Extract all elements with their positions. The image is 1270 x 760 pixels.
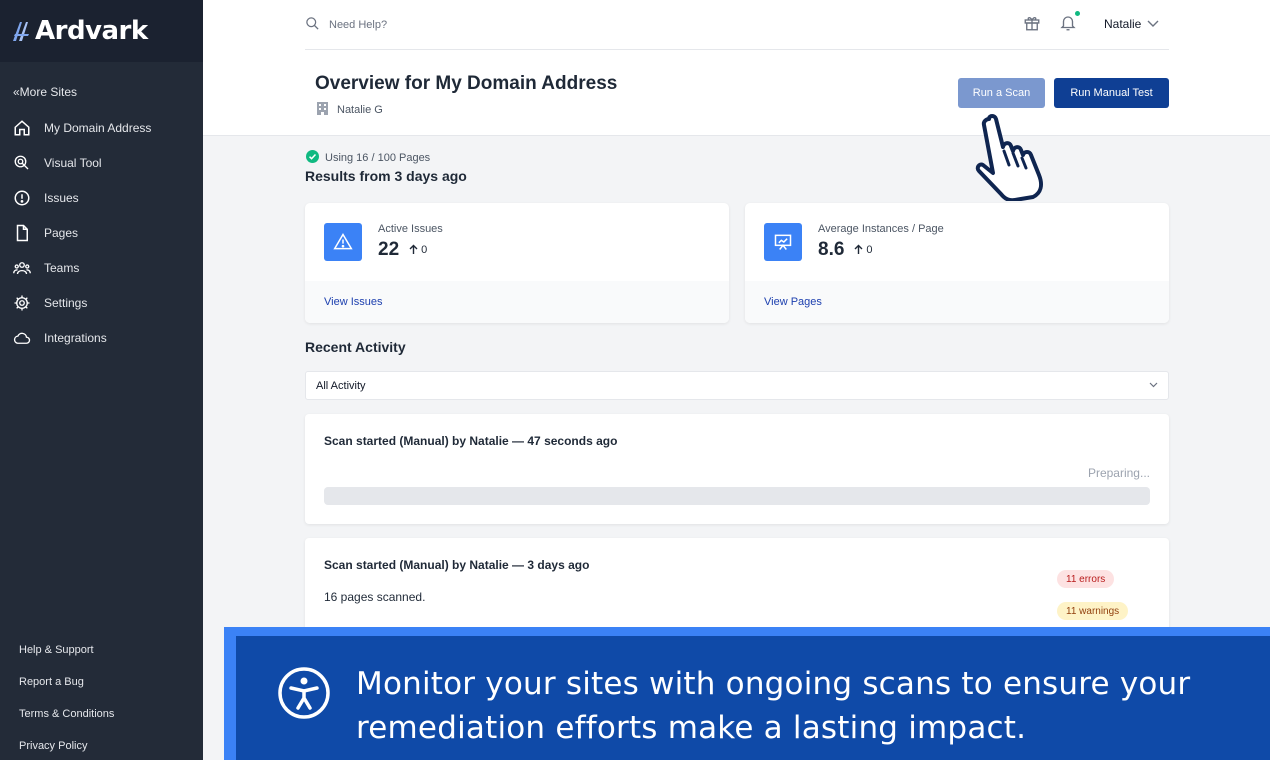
activity-title: Scan started (Manual) by Natalie — 3 day… — [324, 558, 590, 572]
sidebar-item-teams[interactable]: Teams — [0, 250, 203, 285]
sidebar: Ardvark «More Sites My Domain Address Vi… — [0, 0, 203, 760]
sidebar-item-label: Issues — [44, 190, 79, 205]
metric-value: 22 0 — [378, 239, 427, 261]
gift-icon[interactable] — [1023, 14, 1041, 37]
building-icon — [317, 102, 337, 118]
scan-progress-bar — [324, 487, 1150, 505]
activity-detail: 16 pages scanned. — [324, 590, 426, 604]
organization-label: Natalie G — [317, 102, 383, 118]
banner-text: Monitor your sites with ongoing scans to… — [356, 666, 1191, 746]
sidebar-item-label: Integrations — [44, 330, 107, 345]
sidebar-item-visual-tool[interactable]: Visual Tool — [0, 145, 203, 180]
more-sites-link[interactable]: «More Sites — [13, 85, 77, 99]
run-manual-test-button[interactable]: Run Manual Test — [1054, 78, 1169, 108]
chevron-down-icon — [1149, 382, 1158, 388]
page-header: Need Help? Natalie Overview for My Domai… — [203, 0, 1270, 136]
sidebar-item-issues[interactable]: Issues — [0, 180, 203, 215]
search-input[interactable]: Need Help? — [305, 16, 387, 34]
metric-delta: 0 — [854, 243, 873, 256]
errors-badge: 11 errors — [1057, 570, 1115, 588]
users-icon — [13, 259, 31, 277]
logo-text: Ardvark — [35, 16, 148, 46]
view-pages-link[interactable]: View Pages — [764, 296, 822, 308]
sidebar-item-label: My Domain Address — [44, 120, 152, 135]
usage-text: Using 16 / 100 Pages — [325, 152, 431, 164]
document-icon — [13, 224, 31, 242]
user-name: Natalie — [1104, 17, 1142, 31]
promo-banner: Monitor your sites with ongoing scans to… — [224, 627, 1270, 760]
view-issues-link[interactable]: View Issues — [324, 296, 383, 308]
average-instances-value: 8.6 — [818, 239, 845, 260]
logo-mark-icon — [12, 20, 34, 42]
activity-filter-select[interactable]: All Activity — [305, 371, 1169, 400]
metric-delta: 0 — [409, 244, 427, 256]
activity-item: Scan started (Manual) by Natalie — 47 se… — [305, 414, 1169, 524]
sidebar-item-pages[interactable]: Pages — [0, 215, 203, 250]
delta-value: 0 — [421, 243, 428, 256]
home-icon — [13, 119, 31, 137]
cloud-icon — [13, 329, 31, 347]
metric-value: 8.6 0 — [818, 239, 873, 261]
accessibility-icon — [277, 666, 331, 725]
warnings-badge: 11 warnings — [1057, 602, 1129, 620]
user-menu[interactable]: Natalie — [1104, 17, 1159, 31]
topbar: Need Help? Natalie — [305, 0, 1169, 50]
alert-circle-icon — [13, 189, 31, 207]
recent-activity-heading: Recent Activity — [305, 339, 406, 355]
results-heading: Results from 3 days ago — [305, 168, 467, 184]
sidebar-item-integrations[interactable]: Integrations — [0, 320, 203, 355]
sidebar-item-label: Pages — [44, 225, 79, 240]
search-icon — [305, 16, 320, 34]
notification-bell-icon[interactable] — [1059, 13, 1077, 38]
pointer-icon — [13, 154, 31, 172]
sidebar-item-my-domain[interactable]: My Domain Address — [0, 110, 203, 145]
activity-title: Scan started (Manual) by Natalie — 47 se… — [324, 434, 618, 448]
hand-cursor-icon — [973, 113, 1047, 206]
search-placeholder: Need Help? — [329, 19, 388, 31]
report-bug-link[interactable]: Report a Bug — [19, 670, 114, 702]
arrow-up-icon — [409, 244, 418, 254]
check-circle-icon — [306, 150, 325, 166]
organization-name: Natalie G — [337, 104, 383, 116]
sidebar-item-label: Settings — [44, 295, 88, 310]
activity-status: Preparing... — [1087, 466, 1150, 480]
presentation-chart-icon — [764, 223, 802, 261]
promo-banner-inner: Monitor your sites with ongoing scans to… — [236, 636, 1270, 760]
arrow-up-icon — [854, 244, 863, 254]
page-title: Overview for My Domain Address — [315, 73, 618, 94]
sidebar-footer: Help & Support Report a Bug Terms & Cond… — [19, 638, 114, 760]
sidebar-item-label: Teams — [44, 260, 80, 275]
chevron-down-icon — [1141, 17, 1159, 31]
terms-link[interactable]: Terms & Conditions — [19, 702, 114, 734]
active-issues-card: Active Issues 22 0 View Issues — [305, 203, 729, 323]
metric-label: Average Instances / Page — [818, 223, 944, 235]
usage-status: Using 16 / 100 Pages — [306, 150, 430, 166]
sidebar-item-settings[interactable]: Settings — [0, 285, 203, 320]
logo[interactable]: Ardvark — [0, 0, 203, 62]
run-scan-button[interactable]: Run a Scan — [958, 78, 1045, 108]
sidebar-item-label: Visual Tool — [44, 155, 102, 170]
active-issues-value: 22 — [378, 239, 400, 260]
activity-filter-value: All Activity — [316, 379, 366, 392]
sidebar-nav: My Domain Address Visual Tool Issues Pag… — [0, 110, 203, 355]
notification-dot — [1075, 11, 1080, 16]
help-support-link[interactable]: Help & Support — [19, 638, 114, 670]
delta-value: 0 — [866, 243, 873, 256]
privacy-link[interactable]: Privacy Policy — [19, 734, 114, 760]
metric-label: Active Issues — [378, 223, 443, 235]
warning-icon — [324, 223, 362, 261]
average-instances-card: Average Instances / Page 8.6 0 View Page… — [745, 203, 1169, 323]
gear-icon — [13, 294, 31, 312]
